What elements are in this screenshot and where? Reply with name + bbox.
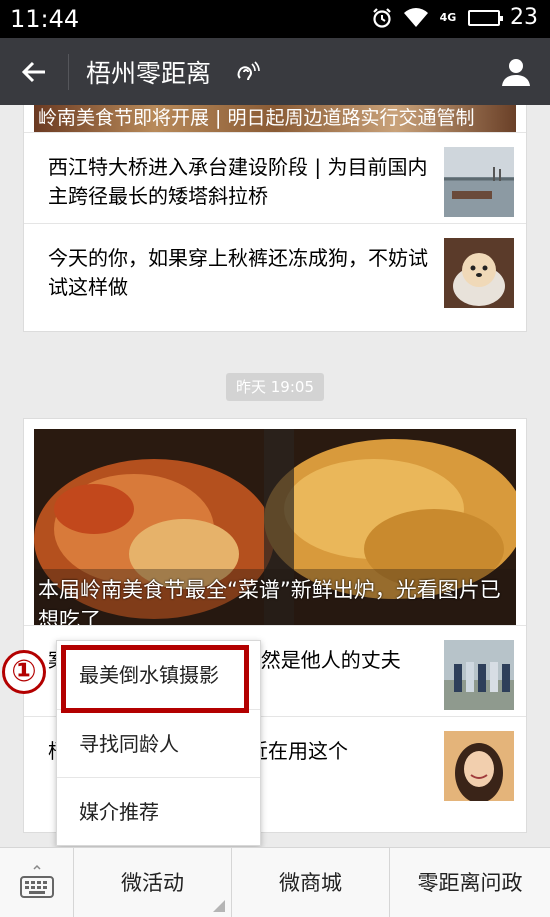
menu-item-media[interactable]: 媒介推荐 — [57, 777, 260, 845]
keyboard-icon — [19, 864, 54, 898]
bottom-menu-bar: 微活动 微商城 零距离问政 — [0, 847, 550, 917]
wifi-icon — [404, 6, 428, 30]
police-thumbnail — [444, 640, 514, 710]
back-arrow-icon — [21, 61, 45, 83]
article-cover-image[interactable]: 岭南美食节即将开展 | 明日起周边道路实行交通管制 — [34, 105, 516, 132]
status-icons: 4G 23 — [370, 5, 538, 30]
article-title: 西江特大桥进入承台建设阶段 | 为目前国内主跨径最长的矮塔斜拉桥 — [48, 155, 428, 208]
hero-caption: 本届岭南美食节最全“菜谱”新鲜出炉，光看图片已想吃了 — [38, 578, 501, 625]
app-header: 梧州零距离 — [0, 38, 550, 105]
status-time: 11:44 — [10, 5, 80, 33]
hero-image[interactable]: 本届岭南美食节最全“菜谱”新鲜出炉，光看图片已想吃了 — [34, 429, 516, 625]
back-button[interactable] — [14, 52, 54, 92]
keyboard-toggle-button[interactable] — [0, 848, 74, 917]
article-card: 岭南美食节即将开展 | 明日起周边道路实行交通管制 西江特大桥进入承台建设阶段 … — [23, 105, 527, 332]
tab-label: 微活动 — [121, 871, 184, 895]
person-icon — [502, 59, 530, 86]
alarm-icon — [370, 6, 394, 30]
tab-micro-activity[interactable]: 微活动 — [74, 848, 232, 917]
article-row[interactable]: 西江特大桥进入承台建设阶段 | 为目前国内主跨径最长的矮塔斜拉桥 — [24, 132, 526, 223]
tab-inquiry[interactable]: 零距离问政 — [390, 848, 550, 917]
bridge-thumbnail — [444, 147, 514, 217]
girl-thumbnail — [444, 731, 514, 801]
tab-label: 微商城 — [279, 871, 342, 895]
step-marker: ① — [2, 650, 46, 694]
highlight-box — [61, 645, 249, 713]
status-bar: 11:44 4G 23 — [0, 0, 550, 38]
cover-caption: 岭南美食节即将开展 | 明日起周边道路实行交通管制 — [38, 107, 475, 129]
menu-item-find-peers[interactable]: 寻找同龄人 — [57, 709, 260, 777]
ear-icon[interactable] — [232, 58, 260, 86]
profile-button[interactable] — [496, 52, 536, 92]
timestamp-chip: 昨天 19:05 — [226, 373, 324, 401]
network-type-label: 4G — [439, 10, 457, 24]
tab-micro-mall[interactable]: 微商城 — [232, 848, 390, 917]
page-title: 梧州零距离 — [86, 59, 212, 88]
tab-label: 零距离问政 — [417, 871, 523, 895]
submenu-indicator-icon — [213, 900, 225, 912]
article-row[interactable]: 今天的你，如果穿上秋裤还冻成狗，不妨试试这样做 — [24, 223, 526, 314]
battery-icon — [468, 9, 503, 26]
header-divider — [68, 54, 69, 90]
article-title: 今天的你，如果穿上秋裤还冻成狗，不妨试试这样做 — [48, 246, 428, 299]
battery-level: 23 — [510, 5, 538, 30]
dog-thumbnail — [444, 238, 514, 308]
